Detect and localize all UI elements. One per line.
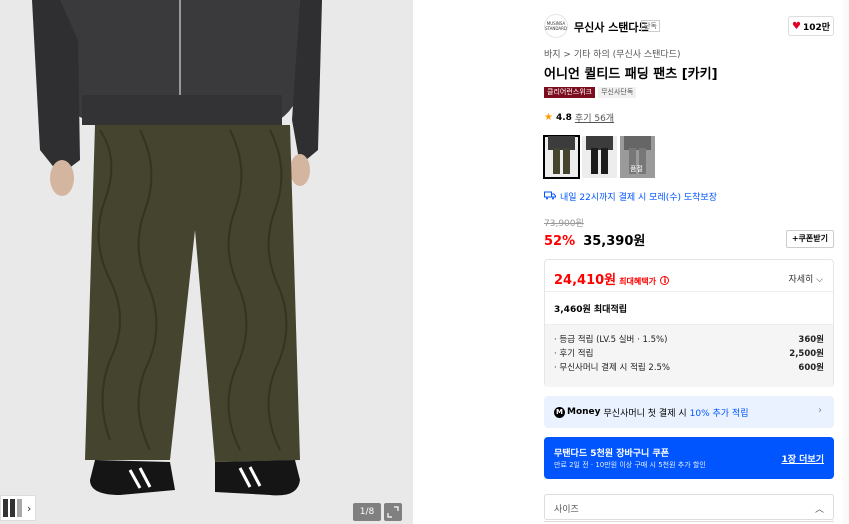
color-swatches: 품절 [543, 135, 655, 179]
get-coupon-button[interactable]: +쿠폰받기 [785, 230, 834, 248]
chevron-down-icon: ⌵ [816, 275, 823, 285]
points-value: 600원 [798, 363, 824, 373]
points-breakdown: · 등급 적립 (LV.5 실버 · 1.5%) 360원 · 후기 적립 2,… [545, 324, 833, 387]
points-row: · 무신사머니 결제 시 적립 2.5% 600원 [554, 361, 824, 375]
scrollbar[interactable] [843, 0, 849, 524]
points-label: · 등급 적립 (LV.5 실버 · 1.5%) [554, 335, 668, 345]
badge-clearance: 클리어런스위크 [544, 87, 596, 98]
reviews-link[interactable]: 후기 56개 [575, 111, 614, 124]
musinsa-money-banner[interactable]: M Money 무신사머니 첫 결제 시 10% 추가 적립 › [544, 396, 834, 428]
truck-icon [544, 191, 556, 203]
product-main-image[interactable]: › 1/8 [0, 0, 413, 524]
heart-icon: ♥ [791, 20, 801, 32]
max-benefit-box: 24,410원 최대혜택가 i 자세히 ⌵ 3,460원 최대적립 · 등급 적립… [544, 259, 834, 387]
star-icon: ★ [544, 112, 553, 123]
brand-exclusive-tag: 단독 [641, 20, 660, 32]
breadcrumb[interactable]: 바지 > 기타 하의 (무신사 스탠다드) [544, 47, 681, 60]
points-row: · 등급 적립 (LV.5 실버 · 1.5%) 360원 [554, 333, 824, 347]
chevron-right-icon: › [818, 405, 822, 416]
swatch-khaki[interactable] [543, 135, 580, 179]
brand-logo[interactable]: MUSINSA STANDARD [544, 14, 568, 38]
chevron-up-icon: ︿ [814, 505, 824, 515]
rating-score: 4.8 [555, 112, 572, 123]
price-row: 52% 35,390원 +쿠폰받기 [544, 230, 834, 249]
delivery-text: 내일 22시까지 결제 시 모레(수) 도착보장 [560, 193, 717, 203]
soldout-label: 품절 [630, 165, 643, 173]
thumbnail[interactable] [3, 499, 8, 517]
money-banner-highlight: 10% 추가 적립 [689, 408, 749, 419]
money-logo-icon: M [554, 406, 565, 418]
best-price-label: 최대혜택가 [619, 277, 656, 286]
swatch-black[interactable] [582, 136, 617, 178]
badge-exclusive: 무신사단독 [598, 87, 637, 98]
details-toggle[interactable]: 자세히 ⌵ [788, 272, 823, 285]
money-word: Money [567, 407, 601, 417]
original-price: 73,900원 [544, 219, 584, 229]
image-thumbnail-strip[interactable]: › [0, 495, 36, 521]
swatch-gray-soldout[interactable]: 품절 [620, 136, 655, 178]
expand-icon[interactable] [384, 503, 402, 521]
coupon-more-link[interactable]: 1장 더보기 [781, 452, 824, 465]
product-title: 어니언 퀼티드 패딩 팬츠 [카키] [544, 67, 718, 82]
coupon-title: 무탠다드 5천원 장바구니 쿠폰 [554, 449, 670, 459]
max-benefit-price: 24,410원 최대혜택가 i [554, 269, 670, 288]
max-points: 3,460원 최대적립 [554, 305, 628, 315]
info-icon[interactable]: i [660, 276, 670, 285]
thumbnail[interactable] [17, 499, 22, 517]
money-banner-text: 무신사머니 첫 결제 시 [603, 408, 687, 419]
size-select[interactable]: 사이즈 ︿ [544, 494, 834, 520]
points-label: · 무신사머니 결제 시 적립 2.5% [554, 363, 671, 373]
points-value: 360원 [798, 335, 824, 345]
brand-name[interactable]: 무신사 스탠다드 [574, 19, 649, 35]
points-row: · 후기 적립 2,500원 [554, 347, 824, 361]
points-value: 2,500원 [789, 349, 824, 359]
size-label: 사이즈 [554, 505, 579, 515]
sale-price: 35,390원 [583, 234, 646, 249]
chevron-right-icon[interactable]: › [27, 502, 31, 515]
brand-row: MUSINSA STANDARD 무신사 스탠다드 단독 ♥ 102만 [544, 14, 834, 38]
like-button[interactable]: ♥ 102만 [788, 16, 834, 36]
image-counter: 1/8 [353, 503, 381, 521]
best-price: 24,410원 [554, 273, 617, 288]
thumbnail[interactable] [10, 499, 15, 517]
divider [545, 291, 833, 292]
points-label: · 후기 적립 [554, 349, 594, 359]
product-badges: 클리어런스위크 무신사단독 [544, 87, 637, 98]
delivery-info: 내일 22시까지 결제 시 모레(수) 도착보장 [544, 190, 717, 203]
coupon-subtitle: 만료 2일 전 · 10만원 이상 구매 시 5천원 추가 할인 [554, 461, 706, 469]
discount-rate: 52% [544, 234, 576, 249]
cart-coupon-banner[interactable]: 무탠다드 5천원 장바구니 쿠폰 만료 2일 전 · 10만원 이상 구매 시 … [544, 437, 834, 479]
details-label: 자세히 [788, 275, 814, 285]
like-count: 102만 [802, 22, 831, 33]
rating: ★ 4.8 후기 56개 [544, 111, 614, 124]
product-photo-illustration [0, 0, 413, 524]
